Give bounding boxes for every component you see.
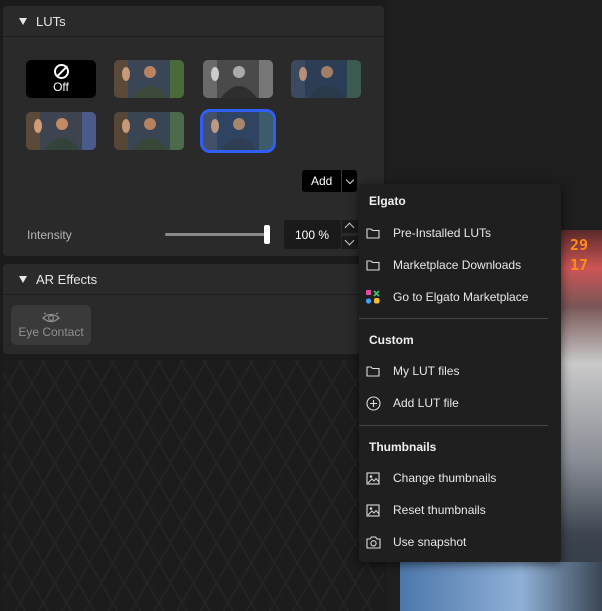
- lut-thumb-off[interactable]: Off: [26, 60, 96, 98]
- image-icon: [364, 470, 382, 486]
- image-icon: [364, 502, 382, 518]
- menu-item-label: My LUT files: [393, 364, 460, 378]
- effects-sidebar: LUTs Off Add Intensity 100 % AR Effects: [0, 0, 386, 611]
- add-button-label: Add: [311, 174, 333, 188]
- eye-contact-label: Eye Contact: [18, 325, 84, 339]
- lut-thumb-3[interactable]: [291, 60, 361, 98]
- menu-item-label: Go to Elgato Marketplace: [393, 290, 529, 304]
- intensity-value-input[interactable]: 100 %: [284, 220, 341, 249]
- lut-thumb-6-selected[interactable]: [200, 109, 276, 153]
- lut-thumb-2[interactable]: [203, 60, 273, 98]
- person-waving-image: [203, 60, 273, 98]
- menu-item-label: Marketplace Downloads: [393, 258, 522, 272]
- menu-header-custom: Custom: [369, 333, 414, 347]
- folder-icon: [364, 363, 382, 379]
- menu-item-go-to-marketplace[interactable]: Go to Elgato Marketplace: [364, 283, 556, 311]
- collapse-triangle-icon: [19, 275, 27, 283]
- person-waving-image: [114, 112, 184, 150]
- intensity-slider-handle[interactable]: [264, 225, 270, 244]
- lut-thumb-off-label: Off: [53, 80, 69, 94]
- person-waving-image: [26, 112, 96, 150]
- ar-effects-header[interactable]: AR Effects: [3, 264, 384, 295]
- add-dropdown-toggle[interactable]: [341, 170, 357, 192]
- menu-divider: [359, 425, 548, 426]
- eye-icon: [42, 312, 60, 323]
- marketplace-icon: [364, 289, 382, 305]
- menu-item-label: Use snapshot: [393, 535, 467, 549]
- intensity-label: Intensity: [27, 228, 72, 242]
- menu-item-pre-installed-luts[interactable]: Pre-Installed LUTs: [364, 219, 556, 247]
- menu-item-reset-thumbnails[interactable]: Reset thumbnails: [364, 496, 556, 524]
- empty-panel-area: [3, 360, 384, 611]
- chevron-down-icon: [345, 175, 355, 184]
- menu-item-label: Add LUT file: [393, 396, 459, 410]
- ar-effects-title: AR Effects: [36, 271, 98, 287]
- menu-item-add-lut-file[interactable]: Add LUT file: [364, 389, 556, 417]
- collapse-triangle-icon: [19, 17, 27, 25]
- intensity-slider-track[interactable]: [165, 233, 268, 236]
- menu-item-use-snapshot[interactable]: Use snapshot: [364, 528, 556, 556]
- video-preview-bottom: [400, 562, 602, 611]
- folder-icon: [364, 225, 382, 241]
- add-lut-menu: Elgato Pre-Installed LUTs Marketplace Do…: [359, 184, 561, 562]
- person-waving-image: [291, 60, 361, 98]
- intensity-stepper[interactable]: [342, 220, 358, 249]
- menu-header-thumbnails: Thumbnails: [369, 440, 437, 454]
- folder-icon: [364, 257, 382, 273]
- add-lut-button[interactable]: Add: [302, 170, 358, 192]
- menu-item-label: Change thumbnails: [393, 471, 497, 485]
- luts-panel-header[interactable]: LUTs: [3, 6, 384, 37]
- video-preview: [560, 230, 602, 611]
- preview-score-bottom: 17: [570, 256, 589, 274]
- luts-title: LUTs: [36, 13, 66, 29]
- camera-icon: [364, 534, 382, 550]
- eye-contact-button[interactable]: Eye Contact: [11, 305, 91, 345]
- menu-item-label: Reset thumbnails: [393, 503, 486, 517]
- person-waving-image: [114, 60, 184, 98]
- menu-item-my-lut-files[interactable]: My LUT files: [364, 357, 556, 385]
- menu-item-label: Pre-Installed LUTs: [393, 226, 492, 240]
- menu-header-elgato: Elgato: [369, 194, 406, 208]
- lut-thumb-4[interactable]: [26, 112, 96, 150]
- plus-circle-icon: [364, 395, 382, 411]
- menu-item-change-thumbnails[interactable]: Change thumbnails: [364, 464, 556, 492]
- stepper-up-icon[interactable]: [342, 220, 358, 233]
- lut-thumb-1[interactable]: [114, 60, 184, 98]
- person-waving-image: [203, 112, 273, 150]
- preview-score-top: 29: [570, 236, 589, 254]
- stepper-down-icon[interactable]: [342, 236, 358, 249]
- menu-divider: [359, 318, 548, 319]
- lut-thumb-5[interactable]: [114, 112, 184, 150]
- menu-item-marketplace-downloads[interactable]: Marketplace Downloads: [364, 251, 556, 279]
- off-icon: [53, 64, 69, 79]
